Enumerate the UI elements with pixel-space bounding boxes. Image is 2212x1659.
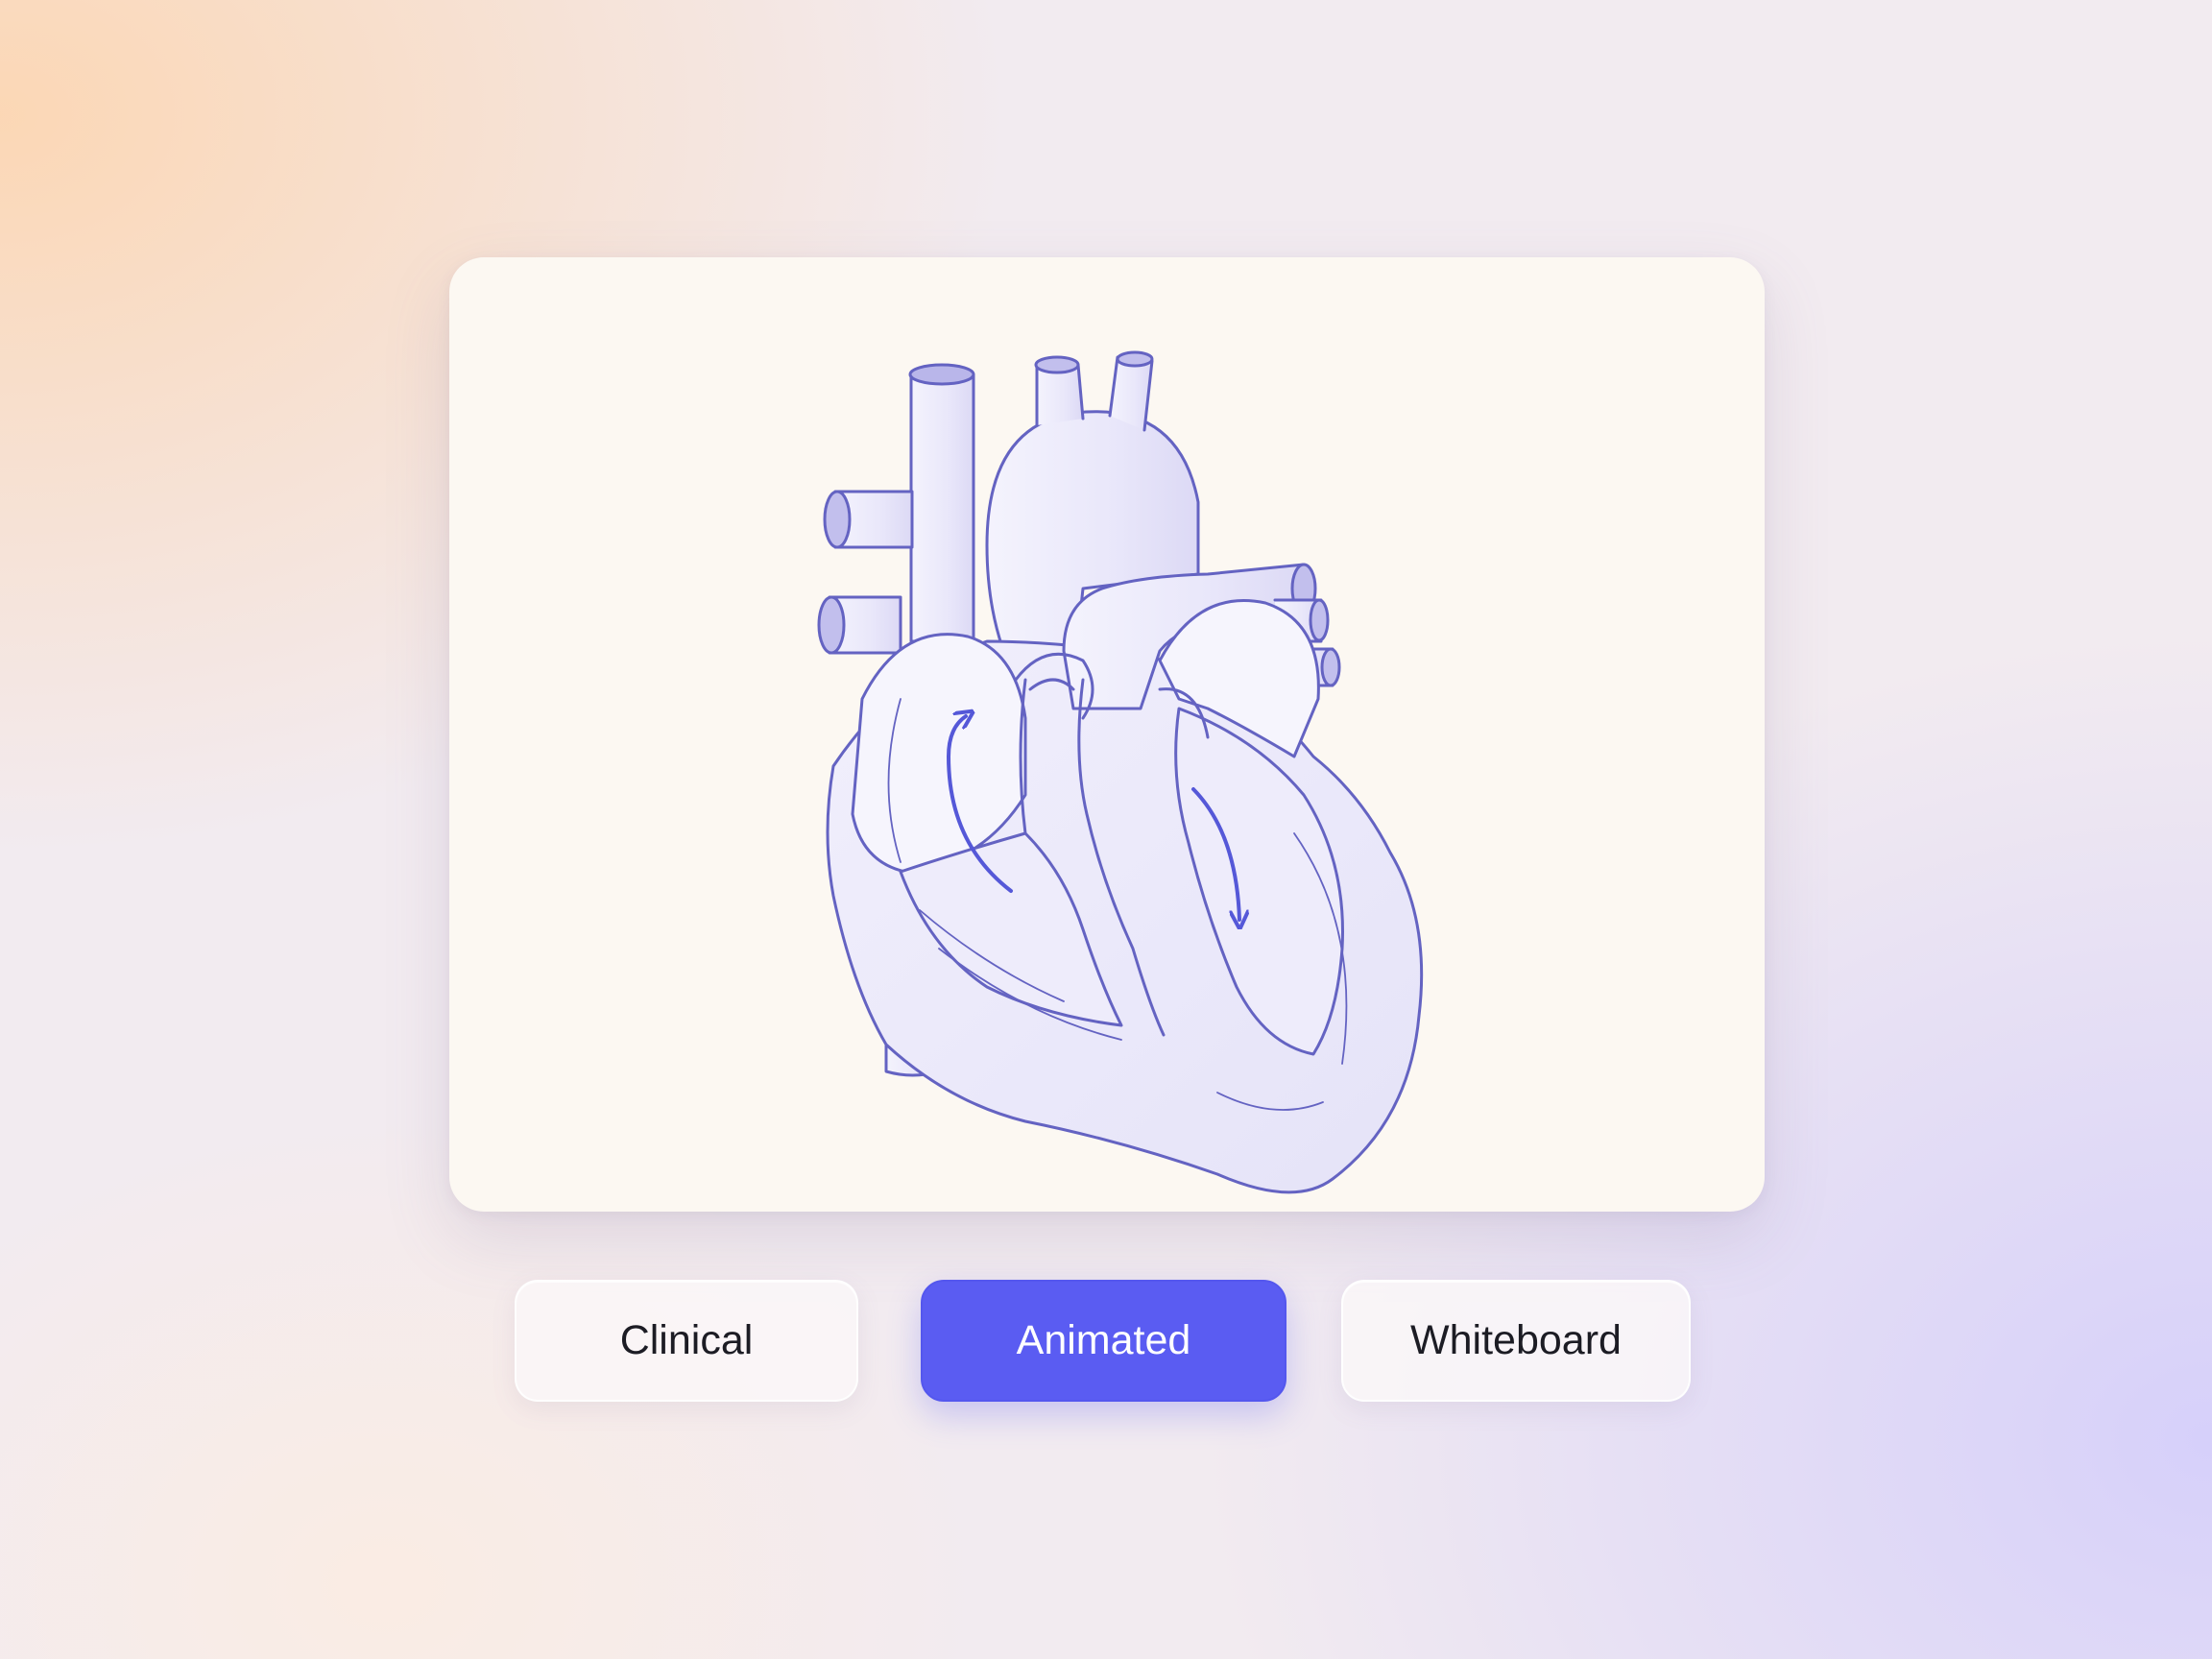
illustration-card	[449, 257, 1765, 1212]
heart-outline	[817, 350, 1424, 1194]
superior-vena-cava	[909, 373, 975, 643]
animated-style-button[interactable]: Animated	[921, 1280, 1286, 1402]
heart-illustration	[817, 350, 1424, 1194]
style-selector: Clinical Animated Whiteboard	[0, 1280, 2212, 1405]
clinical-style-button[interactable]: Clinical	[515, 1280, 858, 1402]
whiteboard-style-button[interactable]: Whiteboard	[1341, 1280, 1691, 1402]
